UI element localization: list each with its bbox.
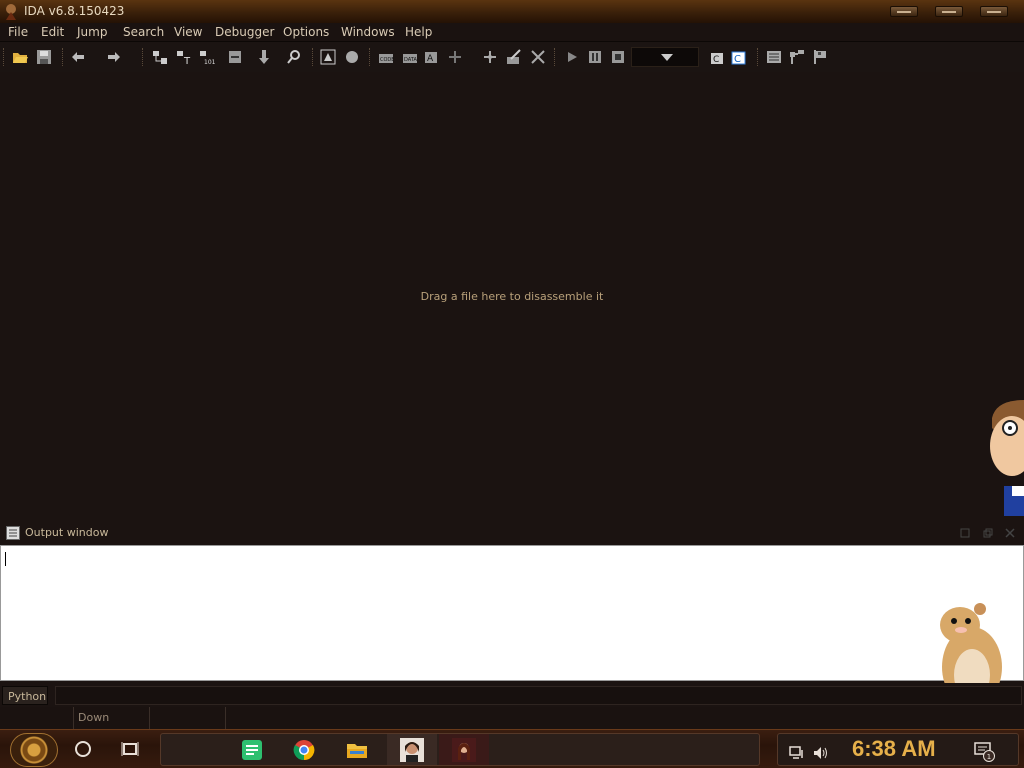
disassembly-area[interactable]: Drag a file here to disassemble it <box>0 72 1024 524</box>
chevron-down-icon <box>661 54 673 61</box>
taskbar-clock[interactable]: 6:38 AM <box>852 736 936 762</box>
stop-icon[interactable] <box>610 49 626 65</box>
delete-icon[interactable] <box>530 49 546 65</box>
graph-icon[interactable] <box>152 49 168 65</box>
cross-ref-icon[interactable] <box>227 49 243 65</box>
text-icon[interactable]: T <box>176 49 192 65</box>
notes-app-icon[interactable] <box>241 739 263 761</box>
search-icon[interactable] <box>286 49 302 65</box>
toolbar-separator <box>3 48 5 66</box>
task-view-icon[interactable] <box>121 741 139 757</box>
command-bar: Python <box>0 683 1024 707</box>
notification-count-badge: 1 <box>987 753 991 761</box>
portrait-app-2[interactable] <box>439 734 489 765</box>
c-icon[interactable]: C <box>731 49 747 65</box>
edit-icon[interactable] <box>506 49 522 65</box>
circle-icon[interactable] <box>344 49 360 65</box>
play-icon[interactable] <box>564 49 580 65</box>
menu-search[interactable]: Search <box>123 25 164 39</box>
file-explorer-icon[interactable] <box>346 739 368 761</box>
status-bar: Down <box>0 707 1024 729</box>
back-icon[interactable] <box>70 49 86 65</box>
menu-help[interactable]: Help <box>405 25 432 39</box>
toolbar-separator <box>142 48 144 66</box>
menu-debugger[interactable]: Debugger <box>215 25 274 39</box>
restore-icon[interactable] <box>960 528 970 538</box>
status-cell-extra <box>150 707 226 729</box>
tree-icon[interactable] <box>789 49 805 65</box>
status-cell-state <box>0 707 74 729</box>
svg-text:C: C <box>713 55 719 65</box>
menu-windows[interactable]: Windows <box>341 25 395 39</box>
volume-icon[interactable] <box>813 746 829 760</box>
minimize-button[interactable] <box>890 6 918 17</box>
flag-icon[interactable] <box>812 49 828 65</box>
action-center-icon[interactable]: 1 <box>974 742 996 762</box>
taskbar: 1 6:38 AM <box>0 729 1024 768</box>
toolbar-separator <box>554 48 556 66</box>
menu-edit[interactable]: Edit <box>41 25 64 39</box>
close-button[interactable] <box>980 6 1008 17</box>
menu-view[interactable]: View <box>174 25 202 39</box>
code-icon[interactable]: CODE <box>378 49 394 65</box>
pause-icon[interactable] <box>587 49 603 65</box>
command-input[interactable] <box>55 686 1022 705</box>
start-button[interactable] <box>10 733 58 767</box>
debugger-select[interactable] <box>631 47 699 67</box>
svg-text:DATA: DATA <box>404 57 417 63</box>
output-window-text[interactable] <box>0 545 1024 681</box>
toolbar-separator <box>757 48 759 66</box>
toolbar-separator <box>62 48 64 66</box>
menu-bar: File Edit Jump Search View Debugger Opti… <box>0 23 1024 42</box>
output-window-header: Output window <box>0 522 1024 544</box>
output-window-title: Output window <box>25 526 109 539</box>
forward-icon[interactable] <box>106 49 122 65</box>
menu-options[interactable]: Options <box>283 25 329 39</box>
plugin-icon[interactable]: C <box>708 49 724 65</box>
float-icon[interactable] <box>983 528 993 538</box>
maximize-button[interactable] <box>935 6 963 17</box>
chrome-icon[interactable] <box>293 739 315 761</box>
output-window-icon <box>6 526 20 540</box>
data-icon[interactable]: DATA <box>402 49 418 65</box>
ida-logo-icon <box>6 4 16 20</box>
drop-hint: Drag a file here to disassemble it <box>420 290 604 303</box>
string-icon[interactable]: A <box>424 49 440 65</box>
toolbar: T 101 CODE DATA A C C <box>0 42 1024 72</box>
window-title: IDA v6.8.150423 <box>24 4 125 18</box>
portrait-app-1[interactable] <box>387 734 437 765</box>
portrait-icon <box>452 738 476 762</box>
portrait-icon <box>400 738 424 762</box>
svg-text:T: T <box>183 56 191 65</box>
menu-file[interactable]: File <box>8 25 28 39</box>
image-icon[interactable] <box>320 49 336 65</box>
jump-icon[interactable] <box>257 49 273 65</box>
network-icon[interactable] <box>789 746 805 760</box>
status-cell-direction: Down <box>74 707 150 729</box>
title-bar: IDA v6.8.150423 <box>0 0 1024 23</box>
menu-jump[interactable]: Jump <box>77 25 107 39</box>
list-icon[interactable] <box>766 49 782 65</box>
open-icon[interactable] <box>12 49 28 65</box>
plus-icon[interactable] <box>447 49 463 65</box>
svg-text:101: 101 <box>204 59 215 65</box>
svg-text:C: C <box>734 54 741 65</box>
hex-icon[interactable]: 101 <box>199 49 215 65</box>
python-language-button[interactable]: Python <box>2 686 48 705</box>
save-icon[interactable] <box>36 49 52 65</box>
text-caret <box>5 552 6 566</box>
toolbar-separator <box>312 48 314 66</box>
svg-text:CODE: CODE <box>380 57 394 63</box>
close-icon[interactable] <box>1005 528 1015 538</box>
cortana-search-icon[interactable] <box>75 741 91 757</box>
struct-icon[interactable] <box>482 49 498 65</box>
cartoon-character-image <box>990 400 1024 516</box>
svg-text:A: A <box>427 54 434 64</box>
toolbar-separator <box>369 48 371 66</box>
taskbar-apps-panel <box>160 733 760 766</box>
